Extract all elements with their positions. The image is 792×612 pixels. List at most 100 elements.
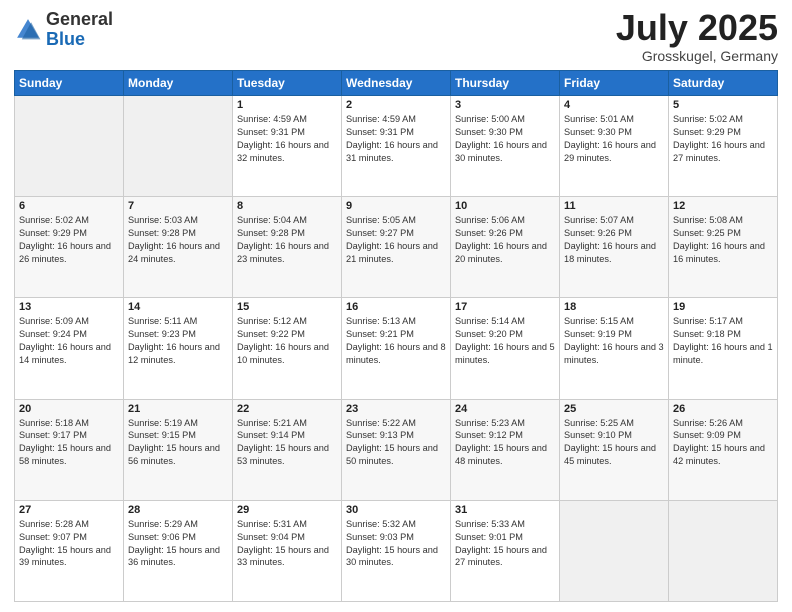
day-cell: 14 Sunrise: 5:11 AM Sunset: 9:23 PM Dayli… (124, 298, 233, 399)
day-number: 26 (673, 403, 773, 415)
day-cell (669, 500, 778, 601)
logo-blue-text: Blue (46, 29, 85, 49)
day-cell: 26 Sunrise: 5:26 AM Sunset: 9:09 PM Dayli… (669, 399, 778, 500)
day-number: 27 (19, 504, 119, 516)
day-header-sunday: Sunday (15, 71, 124, 96)
day-header-saturday: Saturday (669, 71, 778, 96)
day-info: Sunrise: 5:08 AM Sunset: 9:25 PM Dayligh… (673, 214, 773, 266)
day-info: Sunrise: 5:25 AM Sunset: 9:10 PM Dayligh… (564, 417, 664, 469)
day-info: Sunrise: 5:21 AM Sunset: 9:14 PM Dayligh… (237, 417, 337, 469)
location: Grosskugel, Germany (616, 48, 778, 64)
day-number: 4 (564, 99, 664, 111)
day-cell: 27 Sunrise: 5:28 AM Sunset: 9:07 PM Dayli… (15, 500, 124, 601)
week-row-5: 27 Sunrise: 5:28 AM Sunset: 9:07 PM Dayli… (15, 500, 778, 601)
day-number: 25 (564, 403, 664, 415)
day-info: Sunrise: 5:09 AM Sunset: 9:24 PM Dayligh… (19, 315, 119, 367)
day-info: Sunrise: 5:01 AM Sunset: 9:30 PM Dayligh… (564, 113, 664, 165)
day-number: 23 (346, 403, 446, 415)
day-number: 11 (564, 200, 664, 212)
day-cell: 10Sunrise: 5:06 AM Sunset: 9:26 PM Dayli… (451, 197, 560, 298)
day-info: Sunrise: 5:02 AM Sunset: 9:29 PM Dayligh… (673, 113, 773, 165)
day-info: Sunrise: 5:00 AM Sunset: 9:30 PM Dayligh… (455, 113, 555, 165)
day-number: 9 (346, 200, 446, 212)
day-cell: 13 Sunrise: 5:09 AM Sunset: 9:24 PM Dayli… (15, 298, 124, 399)
day-info: Sunrise: 5:26 AM Sunset: 9:09 PM Dayligh… (673, 417, 773, 469)
day-number: 6 (19, 200, 119, 212)
day-number: 3 (455, 99, 555, 111)
page: General Blue July 2025 Grosskugel, Germa… (0, 0, 792, 612)
day-info: Sunrise: 5:31 AM Sunset: 9:04 PM Dayligh… (237, 518, 337, 570)
day-cell: 25 Sunrise: 5:25 AM Sunset: 9:10 PM Dayli… (560, 399, 669, 500)
day-header-wednesday: Wednesday (342, 71, 451, 96)
day-cell: 20 Sunrise: 5:18 AM Sunset: 9:17 PM Dayli… (15, 399, 124, 500)
day-info: Sunrise: 5:15 AM Sunset: 9:19 PM Dayligh… (564, 315, 664, 367)
day-number: 20 (19, 403, 119, 415)
day-cell: 31 Sunrise: 5:33 AM Sunset: 9:01 PM Dayli… (451, 500, 560, 601)
day-cell: 7 Sunrise: 5:03 AM Sunset: 9:28 PM Daylig… (124, 197, 233, 298)
header: General Blue July 2025 Grosskugel, Germa… (14, 10, 778, 64)
day-info: Sunrise: 5:33 AM Sunset: 9:01 PM Dayligh… (455, 518, 555, 570)
logo-text: General Blue (46, 10, 113, 50)
logo: General Blue (14, 10, 113, 50)
day-info: Sunrise: 5:32 AM Sunset: 9:03 PM Dayligh… (346, 518, 446, 570)
day-number: 7 (128, 200, 228, 212)
day-info: Sunrise: 5:14 AM Sunset: 9:20 PM Dayligh… (455, 315, 555, 367)
day-number: 19 (673, 301, 773, 313)
day-cell (15, 96, 124, 197)
day-cell: 12 Sunrise: 5:08 AM Sunset: 9:25 PM Dayli… (669, 197, 778, 298)
day-info: Sunrise: 5:18 AM Sunset: 9:17 PM Dayligh… (19, 417, 119, 469)
day-info: Sunrise: 5:28 AM Sunset: 9:07 PM Dayligh… (19, 518, 119, 570)
week-row-2: 6 Sunrise: 5:02 AM Sunset: 9:29 PM Daylig… (15, 197, 778, 298)
day-number: 15 (237, 301, 337, 313)
day-number: 1 (237, 99, 337, 111)
day-cell: 23Sunrise: 5:22 AM Sunset: 9:13 PM Dayli… (342, 399, 451, 500)
day-cell: 18 Sunrise: 5:15 AM Sunset: 9:19 PM Dayli… (560, 298, 669, 399)
calendar-header-row: SundayMondayTuesdayWednesdayThursdayFrid… (15, 71, 778, 96)
day-cell: 9Sunrise: 5:05 AM Sunset: 9:27 PM Daylig… (342, 197, 451, 298)
day-cell: 1 Sunrise: 4:59 AM Sunset: 9:31 PM Daylig… (233, 96, 342, 197)
day-info: Sunrise: 5:23 AM Sunset: 9:12 PM Dayligh… (455, 417, 555, 469)
day-cell (560, 500, 669, 601)
day-info: Sunrise: 5:17 AM Sunset: 9:18 PM Dayligh… (673, 315, 773, 367)
day-header-friday: Friday (560, 71, 669, 96)
week-row-4: 20 Sunrise: 5:18 AM Sunset: 9:17 PM Dayli… (15, 399, 778, 500)
day-cell: 6 Sunrise: 5:02 AM Sunset: 9:29 PM Daylig… (15, 197, 124, 298)
day-number: 14 (128, 301, 228, 313)
day-cell (124, 96, 233, 197)
day-number: 5 (673, 99, 773, 111)
day-cell: 5 Sunrise: 5:02 AM Sunset: 9:29 PM Daylig… (669, 96, 778, 197)
day-cell: 4 Sunrise: 5:01 AM Sunset: 9:30 PM Daylig… (560, 96, 669, 197)
day-info: Sunrise: 5:02 AM Sunset: 9:29 PM Dayligh… (19, 214, 119, 266)
day-number: 30 (346, 504, 446, 516)
day-cell: 22Sunrise: 5:21 AM Sunset: 9:14 PM Dayli… (233, 399, 342, 500)
day-number: 28 (128, 504, 228, 516)
week-row-1: 1 Sunrise: 4:59 AM Sunset: 9:31 PM Daylig… (15, 96, 778, 197)
title-block: July 2025 Grosskugel, Germany (616, 10, 778, 64)
day-info: Sunrise: 5:13 AM Sunset: 9:21 PM Dayligh… (346, 315, 446, 367)
day-info: Sunrise: 5:04 AM Sunset: 9:28 PM Dayligh… (237, 214, 337, 266)
day-info: Sunrise: 5:03 AM Sunset: 9:28 PM Dayligh… (128, 214, 228, 266)
day-number: 21 (128, 403, 228, 415)
day-header-thursday: Thursday (451, 71, 560, 96)
day-number: 29 (237, 504, 337, 516)
day-number: 2 (346, 99, 446, 111)
day-number: 8 (237, 200, 337, 212)
logo-icon (14, 16, 42, 44)
week-row-3: 13 Sunrise: 5:09 AM Sunset: 9:24 PM Dayli… (15, 298, 778, 399)
day-number: 12 (673, 200, 773, 212)
day-number: 18 (564, 301, 664, 313)
day-info: Sunrise: 5:07 AM Sunset: 9:26 PM Dayligh… (564, 214, 664, 266)
day-cell: 3 Sunrise: 5:00 AM Sunset: 9:30 PM Daylig… (451, 96, 560, 197)
day-info: Sunrise: 5:19 AM Sunset: 9:15 PM Dayligh… (128, 417, 228, 469)
day-info: Sunrise: 5:11 AM Sunset: 9:23 PM Dayligh… (128, 315, 228, 367)
day-cell: 16Sunrise: 5:13 AM Sunset: 9:21 PM Dayli… (342, 298, 451, 399)
day-cell: 2 Sunrise: 4:59 AM Sunset: 9:31 PM Daylig… (342, 96, 451, 197)
day-cell: 17Sunrise: 5:14 AM Sunset: 9:20 PM Dayli… (451, 298, 560, 399)
day-number: 31 (455, 504, 555, 516)
day-info: Sunrise: 4:59 AM Sunset: 9:31 PM Dayligh… (346, 113, 446, 165)
day-cell: 19 Sunrise: 5:17 AM Sunset: 9:18 PM Dayli… (669, 298, 778, 399)
day-cell: 21 Sunrise: 5:19 AM Sunset: 9:15 PM Dayli… (124, 399, 233, 500)
day-number: 13 (19, 301, 119, 313)
day-number: 24 (455, 403, 555, 415)
day-info: Sunrise: 4:59 AM Sunset: 9:31 PM Dayligh… (237, 113, 337, 165)
